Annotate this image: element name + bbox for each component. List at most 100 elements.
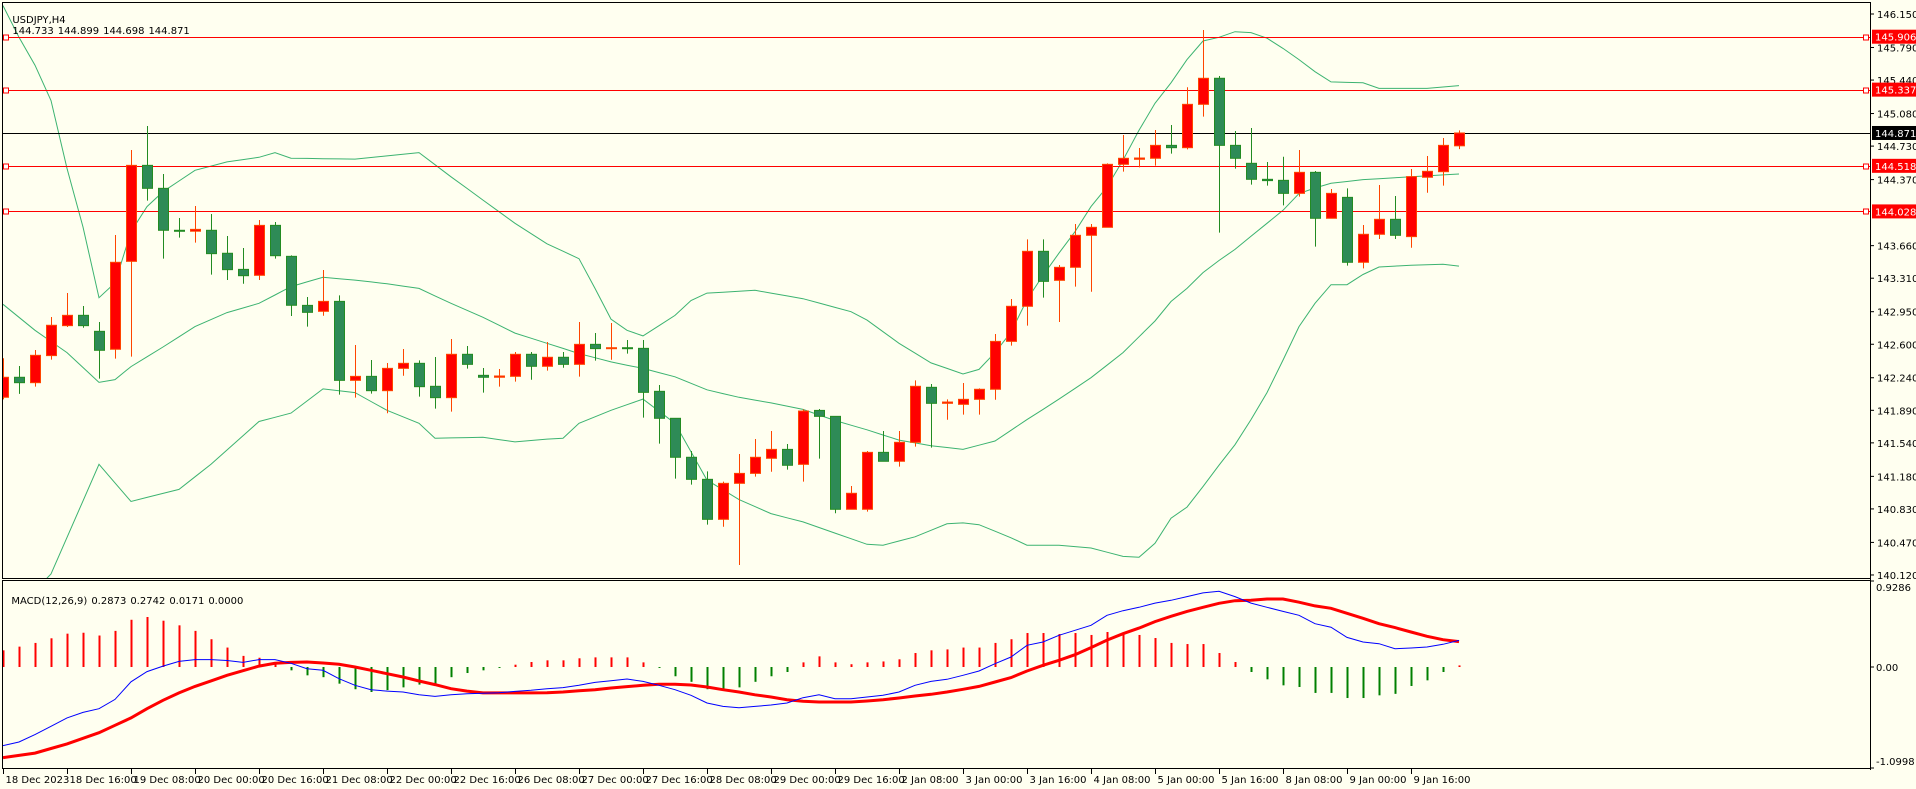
bear-candle-body: [238, 268, 249, 277]
bear-candle-body: [1310, 171, 1321, 219]
time-tick-label: 18 Dec 2023: [6, 775, 70, 786]
candle: [862, 450, 873, 512]
high-value: 144.899: [57, 26, 100, 37]
close-value: 144.871: [148, 26, 190, 37]
time-tick-label: 26 Dec 08:00: [518, 775, 585, 786]
candle: [830, 415, 841, 514]
candle: [1326, 188, 1337, 219]
bear-candle-body: [174, 229, 185, 232]
time-tick-label: 21 Dec 08:00: [326, 775, 393, 786]
candle: [254, 219, 265, 280]
bull-candle-body: [46, 324, 57, 357]
bull-candle-body: [1070, 234, 1081, 268]
bull-candle-body: [846, 492, 857, 510]
macd-main-value: 0.2873: [91, 596, 127, 607]
candle: [1006, 298, 1017, 346]
bull-candle-body: [1198, 77, 1209, 105]
bear-candle-body: [1038, 250, 1049, 282]
price-tick-label: 141.540: [1877, 439, 1916, 450]
macd-axis-label-bottom: -1.0998: [1876, 757, 1915, 768]
time-tick-label: 5 Jan 00:00: [1158, 775, 1215, 786]
time-tick-label: 19 Dec 08:00: [134, 775, 201, 786]
price-tick-label: 140.470: [1877, 538, 1916, 549]
bear-candle-body: [14, 376, 25, 384]
macd-axis-label-top: 0.9286: [1876, 583, 1911, 594]
chart-background: [0, 0, 1916, 789]
bull-candle-body: [1406, 176, 1417, 238]
bull-candle-body: [958, 398, 969, 405]
bear-candle-body: [270, 224, 281, 257]
candle: [1406, 168, 1417, 248]
macd-label: MACD(12,26,9) 0.2873 0.2742 0.0171 0.0000: [5, 585, 247, 607]
price-chart[interactable]: 146.150145.790145.440145.080144.730144.3…: [0, 0, 1916, 789]
bear-candle-body: [1166, 144, 1177, 149]
bull-candle-body: [1086, 226, 1097, 236]
time-tick-label: 29 Dec 00:00: [774, 775, 841, 786]
time-tick-label: 4 Jan 08:00: [1094, 775, 1151, 786]
bull-candle-body: [766, 448, 777, 459]
price-tick-label: 141.890: [1877, 406, 1916, 417]
macd-name: MACD(12,26,9): [11, 596, 88, 607]
level-handle-right[interactable]: [1863, 87, 1869, 94]
bear-candle-body: [622, 347, 633, 350]
price-tick-label: 145.080: [1877, 110, 1916, 121]
candle: [1102, 163, 1113, 228]
bull-candle-body: [1150, 144, 1161, 159]
price-tick-label: 141.180: [1877, 472, 1916, 483]
bull-candle-body: [382, 367, 393, 392]
bear-candle-body: [1342, 196, 1353, 263]
price-tick-label: 143.660: [1877, 242, 1916, 253]
macd-extra-value: 0.0000: [208, 596, 244, 607]
bull-candle-body: [1118, 157, 1129, 165]
level-handle-left[interactable]: [3, 87, 9, 94]
bull-candle-body: [110, 261, 121, 350]
bull-candle-body: [1006, 305, 1017, 342]
bull-candle-body: [1326, 192, 1337, 219]
bull-candle-body: [894, 441, 905, 462]
level-handle-left[interactable]: [3, 163, 9, 170]
time-tick-label: 18 Dec 16:00: [70, 775, 137, 786]
bear-candle-body: [462, 353, 473, 365]
bull-candle-body: [542, 356, 553, 367]
bull-candle-body: [446, 353, 457, 399]
candle: [702, 471, 713, 525]
level-handle-left[interactable]: [3, 208, 9, 215]
price-tick-label: 145.790: [1877, 43, 1916, 54]
level-handle-right[interactable]: [1863, 208, 1869, 215]
bull-candle-body: [398, 362, 409, 369]
bear-candle-body: [414, 362, 425, 388]
candle: [334, 295, 345, 395]
bull-candle-body: [862, 451, 873, 510]
bear-candle-body: [334, 300, 345, 381]
time-tick-label: 5 Jan 16:00: [1222, 775, 1279, 786]
bear-candle-body: [702, 478, 713, 520]
bull-candle-body: [606, 347, 617, 350]
symbol-timeframe: USDJPY,H4: [12, 15, 66, 26]
level-price-label: 145.906: [1875, 33, 1916, 44]
bull-candle-body: [62, 314, 73, 327]
bull-candle-body: [1294, 171, 1305, 194]
price-tick-label: 144.730: [1877, 142, 1916, 153]
level-price-label: 144.028: [1875, 207, 1916, 218]
time-tick-label: 22 Dec 16:00: [454, 775, 521, 786]
bear-candle-body: [78, 314, 89, 327]
level-handle-right[interactable]: [1863, 163, 1869, 170]
time-tick-label: 20 Dec 00:00: [198, 775, 265, 786]
time-tick-label: 20 Dec 16:00: [262, 775, 329, 786]
bull-candle-body: [1374, 218, 1385, 235]
bull-candle-body: [1454, 132, 1465, 147]
bear-candle-body: [878, 451, 889, 462]
time-tick-label: 2 Jan 08:00: [902, 775, 959, 786]
bear-candle-body: [366, 375, 377, 392]
price-tick-label: 143.310: [1877, 274, 1916, 285]
level-price-label: 144.518: [1875, 162, 1916, 173]
bear-candle-body: [222, 252, 233, 271]
time-tick-label: 29 Dec 16:00: [838, 775, 905, 786]
bear-candle-body: [558, 356, 569, 365]
bull-candle-body: [494, 375, 505, 378]
bull-candle-body: [574, 343, 585, 365]
macd-hist-value: 0.0171: [169, 596, 205, 607]
level-handle-right[interactable]: [1863, 34, 1869, 41]
bull-candle-body: [1438, 144, 1449, 173]
macd-axis-label-zero: 0.00: [1876, 663, 1898, 674]
